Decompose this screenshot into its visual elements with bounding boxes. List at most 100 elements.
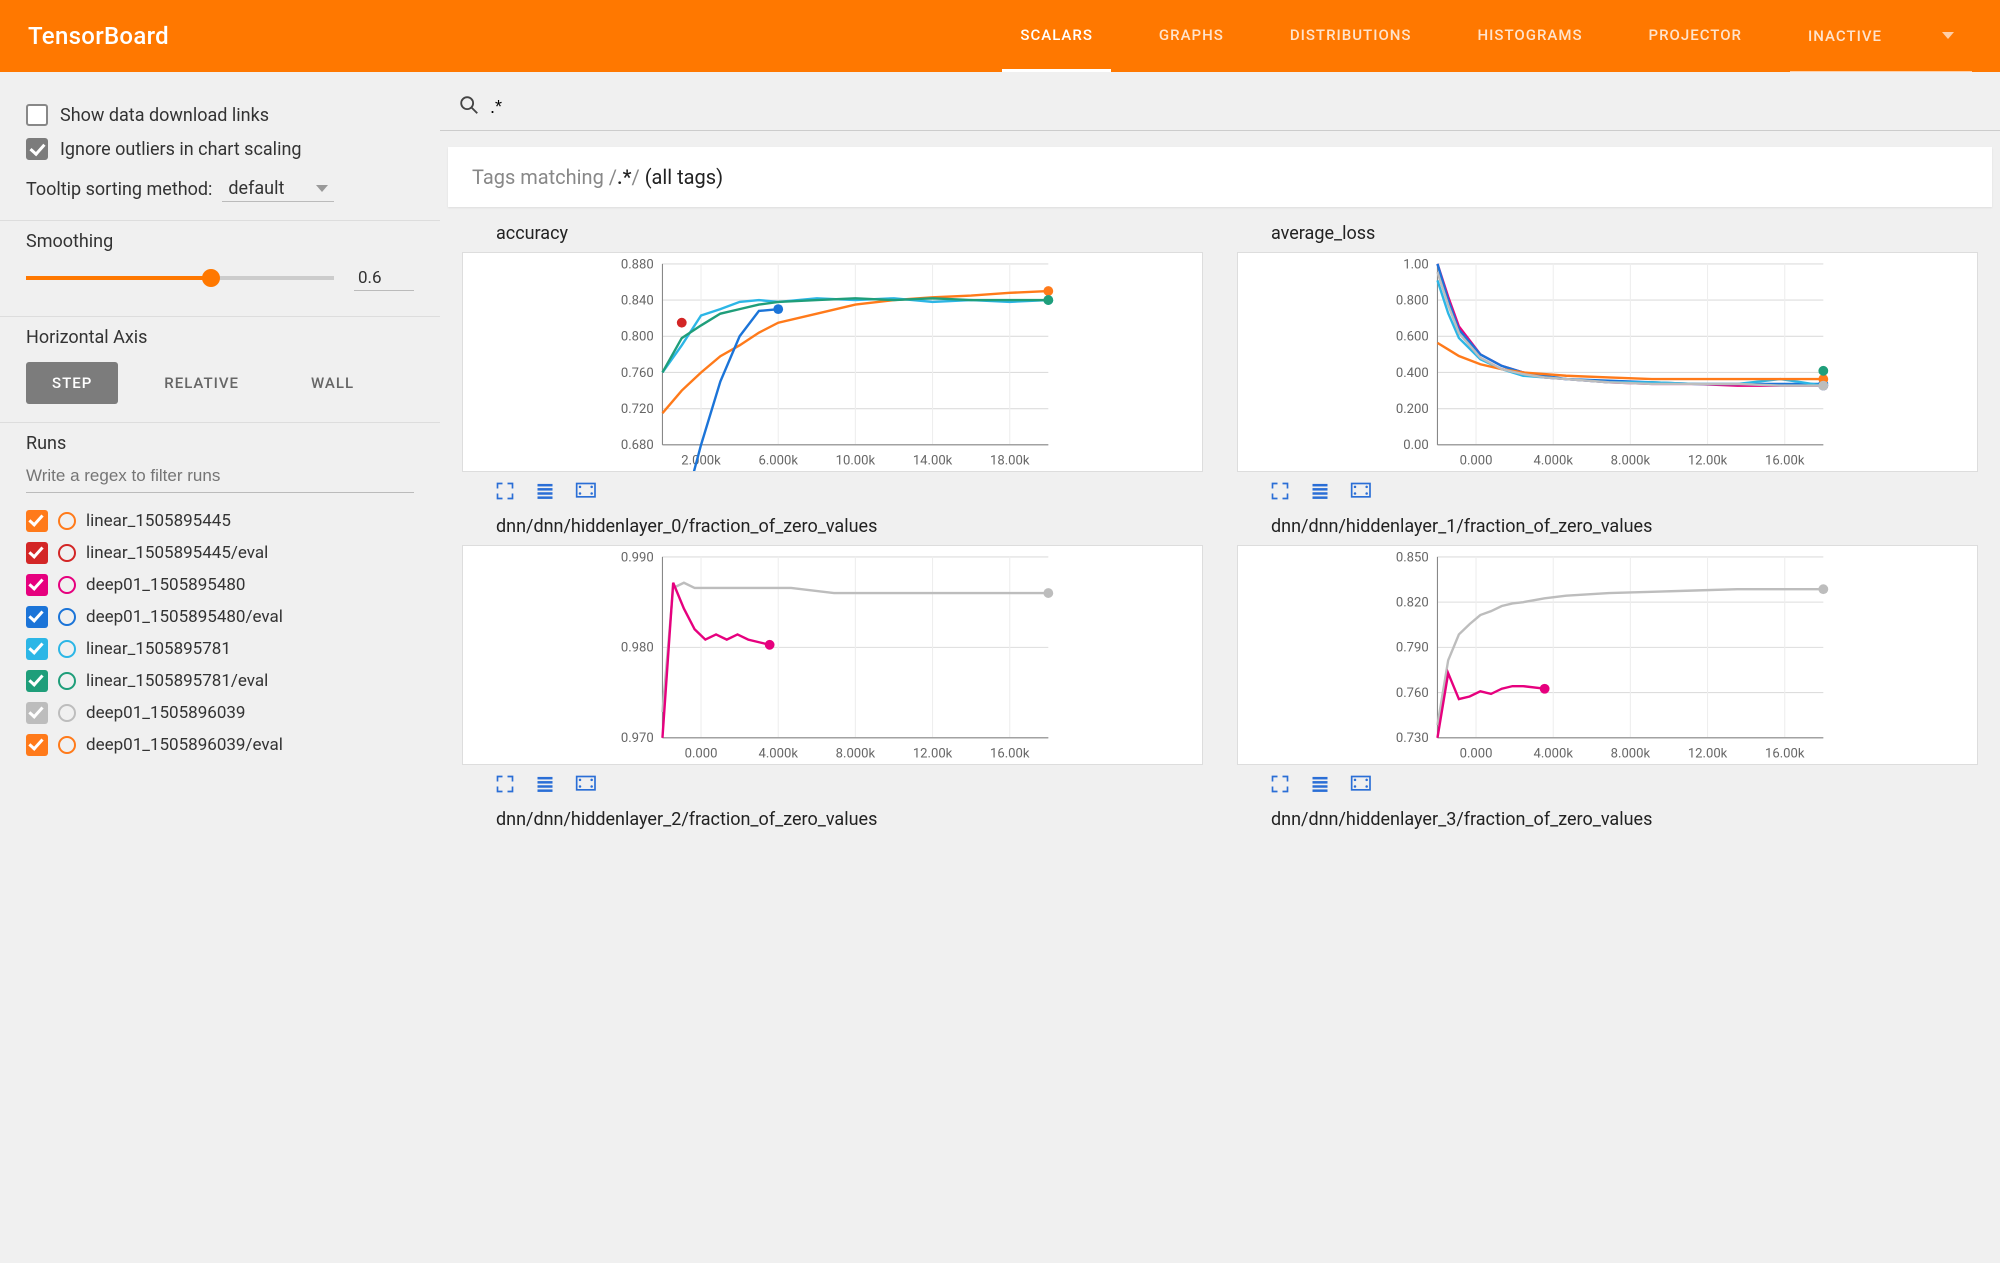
- run-row: deep01_1505895480/eval: [26, 601, 414, 633]
- tab-inactive[interactable]: INACTIVE: [1790, 0, 1972, 72]
- run-row: deep01_1505895480: [26, 569, 414, 601]
- run-name: linear_1505895781: [86, 639, 231, 659]
- chart-plot[interactable]: 0.9700.9800.9900.0004.000k8.000k12.00k16…: [462, 545, 1203, 765]
- log-axis-icon[interactable]: [532, 480, 558, 502]
- smoothing-slider[interactable]: [26, 276, 334, 280]
- ignore-outliers-checkbox[interactable]: [26, 138, 48, 160]
- tab-projector[interactable]: PROJECTOR: [1631, 0, 1760, 72]
- svg-text:12.00k: 12.00k: [1688, 453, 1728, 468]
- tab-graphs[interactable]: GRAPHS: [1141, 0, 1242, 72]
- run-row: linear_1505895781: [26, 633, 414, 665]
- tags-all: (all tags): [645, 165, 723, 189]
- svg-text:0.990: 0.990: [621, 550, 654, 565]
- chart-title: average_loss: [1237, 221, 1978, 252]
- chart-title: dnn/dnn/hiddenlayer_2/fraction_of_zero_v…: [462, 807, 1203, 838]
- tab-distributions[interactable]: DISTRIBUTIONS: [1272, 0, 1430, 72]
- chart-title: dnn/dnn/hiddenlayer_3/fraction_of_zero_v…: [1237, 807, 1978, 838]
- tab-histograms[interactable]: HISTOGRAMS: [1460, 0, 1601, 72]
- run-checkbox[interactable]: [26, 670, 48, 692]
- chart-plot[interactable]: 0.6800.7200.7600.8000.8400.8802.000k6.00…: [462, 252, 1203, 472]
- svg-text:12.00k: 12.00k: [1688, 746, 1728, 761]
- show-download-links-checkbox[interactable]: [26, 104, 48, 126]
- smoothing-value-input[interactable]: 0.6: [354, 266, 414, 291]
- run-checkbox[interactable]: [26, 574, 48, 596]
- run-checkbox[interactable]: [26, 606, 48, 628]
- run-name: deep01_1505895480/eval: [86, 607, 283, 627]
- svg-text:0.760: 0.760: [1396, 686, 1429, 701]
- fullscreen-icon[interactable]: [492, 480, 518, 502]
- run-row: linear_1505895781/eval: [26, 665, 414, 697]
- svg-text:0.850: 0.850: [1396, 550, 1429, 565]
- log-axis-icon[interactable]: [1307, 480, 1333, 502]
- log-axis-icon[interactable]: [1307, 773, 1333, 795]
- run-row: linear_1505895445: [26, 505, 414, 537]
- chart-plot[interactable]: 0.000.2000.4000.6000.8001.000.0004.000k8…: [1237, 252, 1978, 472]
- run-checkbox[interactable]: [26, 510, 48, 532]
- svg-text:0.790: 0.790: [1396, 641, 1429, 656]
- svg-text:8.000k: 8.000k: [1611, 746, 1651, 761]
- axis-button-step[interactable]: STEP: [26, 362, 118, 404]
- run-color-swatch: [58, 576, 76, 594]
- header: TensorBoard SCALARS GRAPHS DISTRIBUTIONS HI…: [0, 0, 2000, 72]
- fullscreen-icon[interactable]: [492, 773, 518, 795]
- run-name: deep01_1505895480: [86, 575, 245, 595]
- svg-text:0.980: 0.980: [621, 641, 654, 656]
- run-name: deep01_1505896039: [86, 703, 245, 723]
- chart-plot[interactable]: 0.7300.7600.7900.8200.8500.0004.000k8.00…: [1237, 545, 1978, 765]
- run-checkbox[interactable]: [26, 638, 48, 660]
- show-download-links-label: Show data download links: [60, 105, 269, 126]
- fit-domain-icon[interactable]: [1347, 773, 1373, 795]
- svg-text:14.00k: 14.00k: [913, 453, 953, 468]
- svg-text:0.200: 0.200: [1396, 402, 1429, 417]
- svg-text:0.800: 0.800: [1396, 293, 1429, 308]
- run-name: linear_1505895781/eval: [86, 671, 268, 691]
- svg-text:0.000: 0.000: [685, 746, 718, 761]
- run-name: linear_1505895445: [86, 511, 231, 531]
- chart-card: average_loss0.000.2000.4000.6000.8001.00…: [1237, 221, 1978, 506]
- chart-title: dnn/dnn/hiddenlayer_0/fraction_of_zero_v…: [462, 514, 1203, 545]
- chart-tools: [462, 472, 1203, 506]
- svg-text:4.000k: 4.000k: [1533, 453, 1573, 468]
- run-checkbox[interactable]: [26, 702, 48, 724]
- tags-matching-header[interactable]: Tags matching /.*/ (all tags): [448, 147, 1992, 207]
- run-color-swatch: [58, 544, 76, 562]
- tab-scalars[interactable]: SCALARS: [1002, 0, 1111, 72]
- svg-text:6.000k: 6.000k: [758, 453, 798, 468]
- run-row: deep01_1505896039: [26, 697, 414, 729]
- run-color-swatch: [58, 704, 76, 722]
- svg-text:0.880: 0.880: [621, 257, 654, 272]
- run-checkbox[interactable]: [26, 542, 48, 564]
- chart-tools: [1237, 765, 1978, 799]
- fit-domain-icon[interactable]: [572, 773, 598, 795]
- run-row: linear_1505895445/eval: [26, 537, 414, 569]
- fit-domain-icon[interactable]: [572, 480, 598, 502]
- tooltip-sort-select[interactable]: default: [222, 176, 334, 202]
- fullscreen-icon[interactable]: [1267, 480, 1293, 502]
- run-color-swatch: [58, 512, 76, 530]
- svg-text:0.800: 0.800: [621, 330, 654, 345]
- axis-button-relative[interactable]: RELATIVE: [138, 362, 265, 404]
- run-color-swatch: [58, 736, 76, 754]
- chart-card: dnn/dnn/hiddenlayer_2/fraction_of_zero_v…: [462, 807, 1203, 838]
- fit-domain-icon[interactable]: [1347, 480, 1373, 502]
- svg-text:1.00: 1.00: [1403, 257, 1429, 272]
- chart-tools: [1237, 472, 1978, 506]
- axis-button-wall[interactable]: WALL: [285, 362, 380, 404]
- fullscreen-icon[interactable]: [1267, 773, 1293, 795]
- svg-text:0.400: 0.400: [1396, 366, 1429, 381]
- svg-text:0.760: 0.760: [621, 366, 654, 381]
- brand-title: TensorBoard: [0, 22, 197, 50]
- runs-label: Runs: [26, 433, 414, 454]
- svg-text:0.000: 0.000: [1460, 453, 1493, 468]
- svg-text:0.840: 0.840: [621, 293, 654, 308]
- tags-suffix: /: [631, 165, 644, 189]
- svg-text:10.00k: 10.00k: [836, 453, 876, 468]
- svg-text:0.970: 0.970: [621, 731, 654, 746]
- runs-filter-input[interactable]: [26, 460, 414, 493]
- svg-text:16.00k: 16.00k: [1765, 746, 1805, 761]
- tag-search-input[interactable]: [490, 97, 1982, 118]
- run-checkbox[interactable]: [26, 734, 48, 756]
- smoothing-slider-thumb[interactable]: [202, 269, 220, 287]
- log-axis-icon[interactable]: [532, 773, 558, 795]
- tabs: SCALARS GRAPHS DISTRIBUTIONS HISTOGRAMS PROJ…: [197, 0, 2000, 72]
